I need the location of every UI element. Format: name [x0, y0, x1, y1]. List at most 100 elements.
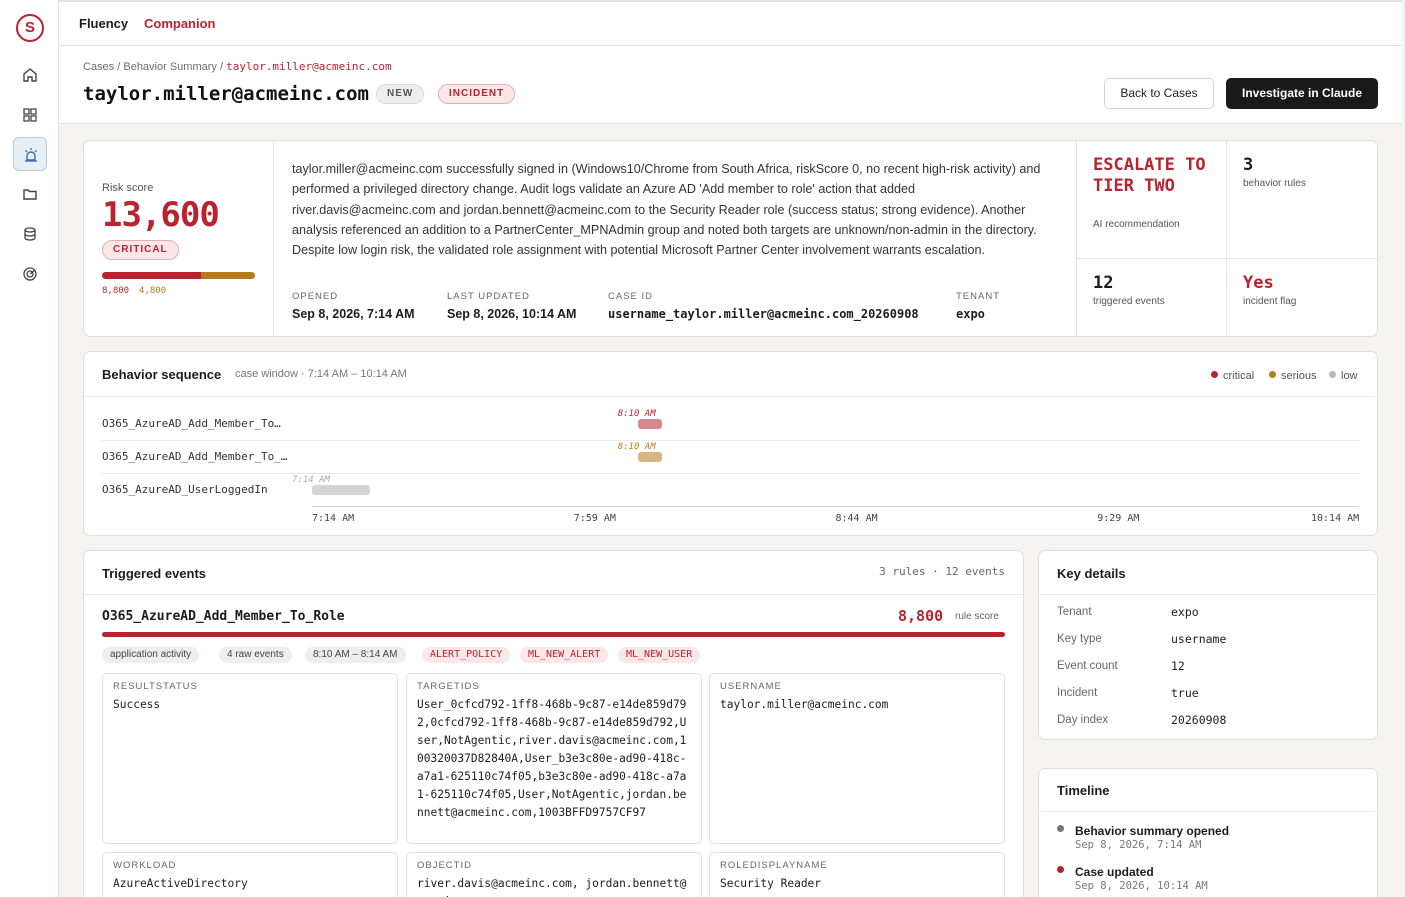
timeline-event-time: Sep 8, 2026, 7:14 AM [1075, 839, 1202, 851]
tag-raw-events: 4 raw events [219, 647, 292, 663]
risk-score-value: 13,600 [102, 195, 220, 235]
case-window: case window · 7:14 AM – 10:14 AM [235, 368, 407, 380]
alert-siren-icon[interactable] [13, 137, 47, 171]
value-key-type: username [1171, 632, 1227, 646]
stats-grid: ESCALATE TO TIER TWO AI recommendation 3… [1076, 141, 1377, 336]
risk-segment-primary [102, 272, 201, 279]
serious-dot [1269, 371, 1276, 378]
tag-alert-policy: ALERT_POLICY [422, 647, 511, 663]
meta-tenant: TENANT expo [956, 291, 1000, 321]
field-value: AzureActiveDirectory [113, 877, 248, 890]
new-badge: NEW [376, 84, 425, 104]
legend-low-label: low [1341, 370, 1358, 382]
time-axis-tick: 7:59 AM [573, 513, 616, 524]
breadcrumb-cases[interactable]: Cases [83, 61, 114, 73]
lane-event-bar[interactable] [312, 485, 371, 495]
field-value: river.davis@acmeinc.com, jordan.bennett@… [417, 877, 687, 897]
key-day-index: Day index [1057, 714, 1109, 726]
breadcrumb: Cases / Behavior Summary / taylor.miller… [83, 60, 392, 73]
sidebar: S [0, 0, 59, 897]
lane-event-bar[interactable] [637, 452, 662, 462]
triggered-events-count: 3 rules · 12 events [879, 565, 1005, 578]
time-axis-tick: 7:14 AM [312, 513, 355, 524]
risk-breakdown-bar [102, 272, 255, 279]
tag-ml-new-user: ML_NEW_USER [618, 647, 701, 663]
timeline-event-time: Sep 8, 2026, 10:14 AM [1075, 880, 1208, 892]
lane-time-label: 7:14 AM [292, 475, 330, 485]
breadcrumb-behavior-summary[interactable]: Behavior Summary [123, 61, 217, 73]
database-icon[interactable] [13, 217, 47, 251]
field-label: RESULTSTATUS [113, 681, 198, 692]
critical-dot [1211, 371, 1218, 378]
key-event-count: Event count [1057, 660, 1118, 672]
page-header: Cases / Behavior Summary / taylor.miller… [59, 46, 1402, 124]
lane-divider [102, 440, 1359, 441]
meta-opened-label: OPENED [292, 291, 339, 302]
home-icon[interactable] [13, 58, 47, 92]
field-username: USERNAME taylor.miller@acmeinc.com [709, 673, 1005, 844]
stat-behavior-rules: 3 behavior rules [1227, 141, 1377, 259]
dashboard-icon[interactable] [13, 98, 47, 132]
field-value: Security Reader [720, 877, 822, 890]
lane-time-label: 8:10 AM [617, 442, 656, 452]
page-title: taylor.miller@acmeinc.com [83, 83, 369, 105]
folder-icon[interactable] [13, 177, 47, 211]
time-axis-tick: 9:29 AM [1097, 513, 1140, 524]
triggered-events-title: Triggered events [102, 566, 207, 581]
field-value: Success [113, 698, 161, 711]
divider [84, 594, 1023, 595]
value-tenant: expo [1171, 605, 1199, 619]
legend-critical: critical [1211, 370, 1254, 382]
severity-badge: CRITICAL [102, 240, 179, 260]
case-description: taylor.miller@acmeinc.com successfully s… [292, 162, 1041, 258]
meta-case-id-label: CASE ID [608, 291, 654, 302]
stat-incident-flag: Yes incident flag [1227, 259, 1377, 336]
rule-score: 8,800 [898, 607, 944, 625]
key-incident: Incident [1057, 687, 1098, 699]
risk-score-panel: Risk score 13,600 CRITICAL 8,800 4,800 [84, 141, 274, 336]
divider [1039, 811, 1377, 812]
back-to-cases-button[interactable]: Back to Cases [1104, 78, 1214, 109]
risk-breakdown-primary: 8,800 [102, 286, 130, 296]
triggered-events-value: 12 [1093, 273, 1114, 293]
app-logo[interactable]: S [16, 14, 44, 42]
behavior-rules-label: behavior rules [1243, 178, 1306, 189]
lane-label: O365_AzureAD_UserLoggedIn [102, 483, 268, 496]
field-value: taylor.miller@acmeinc.com [720, 698, 889, 711]
stat-recommendation: ESCALATE TO TIER TWO AI recommendation [1077, 141, 1227, 259]
field-workload: WORKLOAD AzureActiveDirectory [102, 852, 398, 897]
summary-card: Risk score 13,600 CRITICAL 8,800 4,800 t… [83, 140, 1378, 337]
meta-opened: OPENED Sep 8, 2026, 7:14 AM [292, 291, 415, 321]
meta-updated-label: LAST UPDATED [447, 291, 530, 302]
field-label: USERNAME [720, 681, 782, 692]
stat-triggered-events: 12 triggered events [1077, 259, 1227, 336]
legend-critical-label: critical [1223, 370, 1255, 382]
meta-opened-value: Sep 8, 2026, 7:14 AM [292, 307, 415, 321]
time-axis-tick: 10:14 AM [1311, 513, 1360, 524]
brand-name: Fluency [79, 16, 129, 31]
field-roledisplayname: ROLEDISPLAYNAME Security Reader [709, 852, 1005, 897]
legend-low: low [1329, 370, 1358, 382]
field-label: TARGETIDS [417, 681, 480, 692]
radar-icon[interactable] [13, 257, 47, 291]
divider [1039, 594, 1377, 595]
field-resultstatus: RESULTSTATUS Success [102, 673, 398, 844]
recommendation-value: ESCALATE TO TIER TWO [1093, 155, 1206, 196]
value-incident: true [1171, 686, 1199, 700]
meta-case-id: CASE ID username_taylor.miller@acmeinc.c… [608, 291, 919, 321]
lane-label: O365_AzureAD_Add_Member_To_… [102, 450, 288, 463]
legend-serious-label: serious [1281, 370, 1317, 382]
lane-event-bar[interactable] [637, 419, 662, 429]
rule-name[interactable]: O365_AzureAD_Add_Member_To_Role [102, 609, 345, 624]
meta-updated-value: Sep 8, 2026, 10:14 AM [447, 307, 577, 321]
low-dot [1329, 371, 1336, 378]
rule-score-bar [102, 632, 1005, 637]
incident-flag-label: incident flag [1243, 296, 1297, 307]
key-tenant: Tenant [1057, 606, 1092, 618]
meta-tenant-value: expo [956, 307, 985, 321]
tag-ml-new-alert: ML_NEW_ALERT [520, 647, 609, 663]
timeline-event-text: Case updated [1075, 865, 1154, 879]
investigate-in-claude-button[interactable]: Investigate in Claude [1226, 78, 1378, 109]
product-name: Companion [144, 16, 216, 31]
lane-divider [102, 473, 1359, 474]
